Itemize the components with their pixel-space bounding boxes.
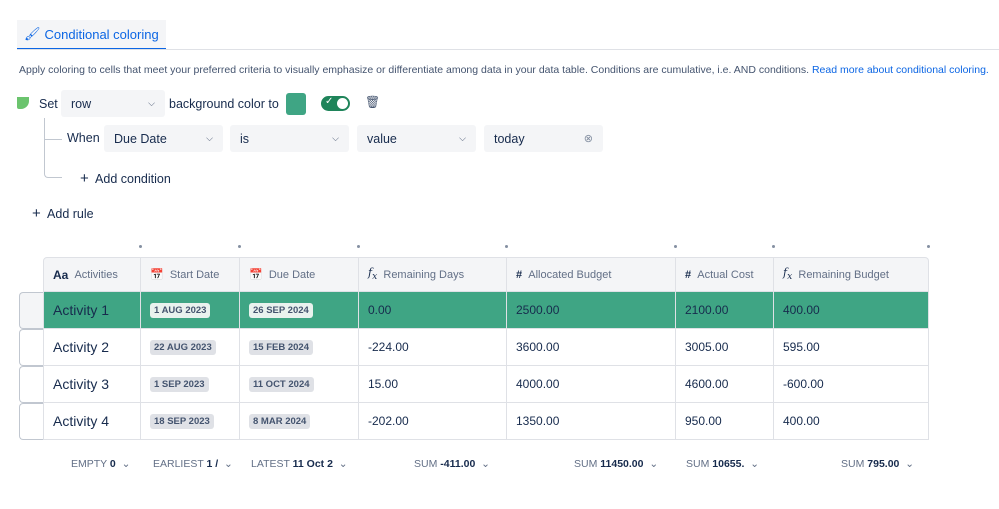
table-cell[interactable]: 400.00 bbox=[774, 403, 929, 440]
paint-bucket-icon: 🖌 bbox=[24, 26, 41, 41]
table-cell[interactable]: Activity 2 bbox=[43, 329, 141, 366]
table-cell[interactable]: 1 AUG 2023 bbox=[141, 292, 240, 329]
rule-toggle[interactable]: ✓ bbox=[321, 96, 350, 111]
chevron-down-icon: ⌄ bbox=[649, 458, 659, 470]
value-input[interactable]: today ⊗ bbox=[484, 125, 603, 152]
set-label: Set bbox=[39, 97, 58, 111]
chevron-down-icon: ⌄ bbox=[905, 458, 915, 470]
column-header[interactable]: Aa Activities bbox=[43, 257, 141, 292]
text-icon: Aa bbox=[53, 267, 69, 282]
column-header[interactable]: # Allocated Budget bbox=[507, 257, 676, 292]
chevron-down-icon: ⌵ bbox=[206, 133, 213, 143]
table-cell[interactable]: 4000.00 bbox=[507, 366, 676, 403]
table-cell[interactable]: 2100.00 bbox=[676, 292, 774, 329]
column-header[interactable]: fx Remaining Days bbox=[359, 257, 507, 292]
target-select[interactable]: row ⌵ bbox=[61, 90, 165, 117]
row-handle[interactable] bbox=[19, 366, 43, 403]
table-cell[interactable]: 595.00 bbox=[774, 329, 929, 366]
column-header[interactable]: 📅 Start Date bbox=[141, 257, 240, 292]
table-cell[interactable]: 15.00 bbox=[359, 366, 507, 403]
table-cell[interactable]: 4600.00 bbox=[676, 366, 774, 403]
table-cell[interactable]: 11 OCT 2024 bbox=[240, 366, 359, 403]
column-header[interactable]: # Actual Cost bbox=[676, 257, 774, 292]
color-label: background color to bbox=[169, 97, 279, 111]
table-cell[interactable]: 3005.00 bbox=[676, 329, 774, 366]
table-cell[interactable]: 8 MAR 2024 bbox=[240, 403, 359, 440]
date-badge: 26 SEP 2024 bbox=[249, 302, 313, 318]
tree-connector bbox=[44, 118, 62, 178]
plus-icon: + bbox=[32, 205, 41, 222]
table-cell[interactable]: 0.00 bbox=[359, 292, 507, 329]
formula-icon: fx bbox=[783, 266, 793, 283]
column-header[interactable]: fx Remaining Budget bbox=[774, 257, 929, 292]
chevron-down-icon: ⌄ bbox=[750, 458, 760, 470]
table-cell[interactable]: Activity 3 bbox=[43, 366, 141, 403]
calendar-icon: 📅 bbox=[249, 269, 263, 281]
table-cell[interactable]: 1 SEP 2023 bbox=[141, 366, 240, 403]
table-cell[interactable]: 15 FEB 2024 bbox=[240, 329, 359, 366]
column-summary[interactable]: SUM 795.00 ⌄ bbox=[841, 458, 914, 470]
table-cell[interactable]: 26 SEP 2024 bbox=[240, 292, 359, 329]
table-cell[interactable]: Activity 1 bbox=[43, 292, 141, 329]
description: Apply coloring to cells that meet your p… bbox=[19, 64, 989, 76]
table-cell[interactable]: 2500.00 bbox=[507, 292, 676, 329]
add-rule-button[interactable]: + Add rule bbox=[32, 205, 94, 222]
value-type-select[interactable]: value ⌵ bbox=[357, 125, 476, 152]
chevron-down-icon: ⌄ bbox=[338, 458, 348, 470]
column-summary[interactable]: SUM 11450.00 ⌄ bbox=[574, 458, 658, 470]
table-cell[interactable]: -202.00 bbox=[359, 403, 507, 440]
date-badge: 8 MAR 2024 bbox=[249, 413, 311, 429]
learn-more-link[interactable]: Read more about conditional coloring. bbox=[812, 64, 989, 76]
clear-icon[interactable]: ⊗ bbox=[584, 132, 593, 145]
check-icon: ✓ bbox=[325, 96, 334, 107]
tab-divider bbox=[17, 49, 999, 50]
color-swatch[interactable] bbox=[286, 93, 306, 115]
date-badge: 15 FEB 2024 bbox=[249, 339, 313, 355]
calendar-icon: 📅 bbox=[150, 269, 164, 281]
table-cell[interactable]: -224.00 bbox=[359, 329, 507, 366]
table-cell[interactable]: 22 AUG 2023 bbox=[141, 329, 240, 366]
trash-icon[interactable]: 🗑 bbox=[365, 95, 380, 109]
plus-icon: + bbox=[80, 170, 89, 187]
column-summary[interactable]: SUM 10655. ⌄ bbox=[686, 458, 759, 470]
formula-icon: fx bbox=[368, 266, 378, 283]
date-badge: 18 SEP 2023 bbox=[150, 413, 214, 429]
row-handle[interactable] bbox=[19, 329, 43, 366]
date-badge: 22 AUG 2023 bbox=[150, 339, 216, 355]
column-summary[interactable]: SUM -411.00 ⌄ bbox=[414, 458, 490, 470]
table-cell[interactable]: 400.00 bbox=[774, 292, 929, 329]
row-handle[interactable] bbox=[19, 292, 43, 329]
operator-select[interactable]: is ⌵ bbox=[230, 125, 349, 152]
number-icon: # bbox=[516, 268, 523, 281]
table-cell[interactable]: -600.00 bbox=[774, 366, 929, 403]
tree-branch bbox=[44, 139, 62, 140]
column-summary[interactable]: EMPTY 0 ⌄ bbox=[71, 458, 130, 470]
table-cell[interactable]: 18 SEP 2023 bbox=[141, 403, 240, 440]
add-condition-button[interactable]: + Add condition bbox=[80, 170, 171, 187]
field-select[interactable]: Due Date ⌵ bbox=[104, 125, 223, 152]
tab-conditional-coloring[interactable]: 🖌 Conditional coloring bbox=[17, 20, 166, 50]
chevron-down-icon: ⌄ bbox=[224, 458, 233, 470]
rule-color-marker-icon bbox=[17, 97, 29, 109]
table-cell[interactable]: 1350.00 bbox=[507, 403, 676, 440]
chevron-down-icon: ⌵ bbox=[332, 133, 339, 143]
table-cell[interactable]: 950.00 bbox=[676, 403, 774, 440]
column-header[interactable]: 📅 Due Date bbox=[240, 257, 359, 292]
chevron-down-icon: ⌵ bbox=[459, 133, 466, 143]
date-badge: 1 SEP 2023 bbox=[150, 376, 209, 392]
column-summary[interactable]: EARLIEST 1 / ⌄ bbox=[153, 458, 233, 470]
chevron-down-icon: ⌵ bbox=[148, 98, 155, 108]
column-summary[interactable]: LATEST 11 Oct 2 ⌄ bbox=[251, 458, 348, 470]
chevron-down-icon: ⌄ bbox=[481, 458, 490, 470]
date-badge: 11 OCT 2024 bbox=[249, 376, 314, 392]
number-icon: # bbox=[685, 268, 692, 281]
date-badge: 1 AUG 2023 bbox=[150, 302, 211, 318]
when-label: When bbox=[67, 131, 100, 145]
table-cell[interactable]: Activity 4 bbox=[43, 403, 141, 440]
row-handle[interactable] bbox=[19, 403, 43, 440]
table-cell[interactable]: 3600.00 bbox=[507, 329, 676, 366]
chevron-down-icon: ⌄ bbox=[121, 458, 131, 470]
